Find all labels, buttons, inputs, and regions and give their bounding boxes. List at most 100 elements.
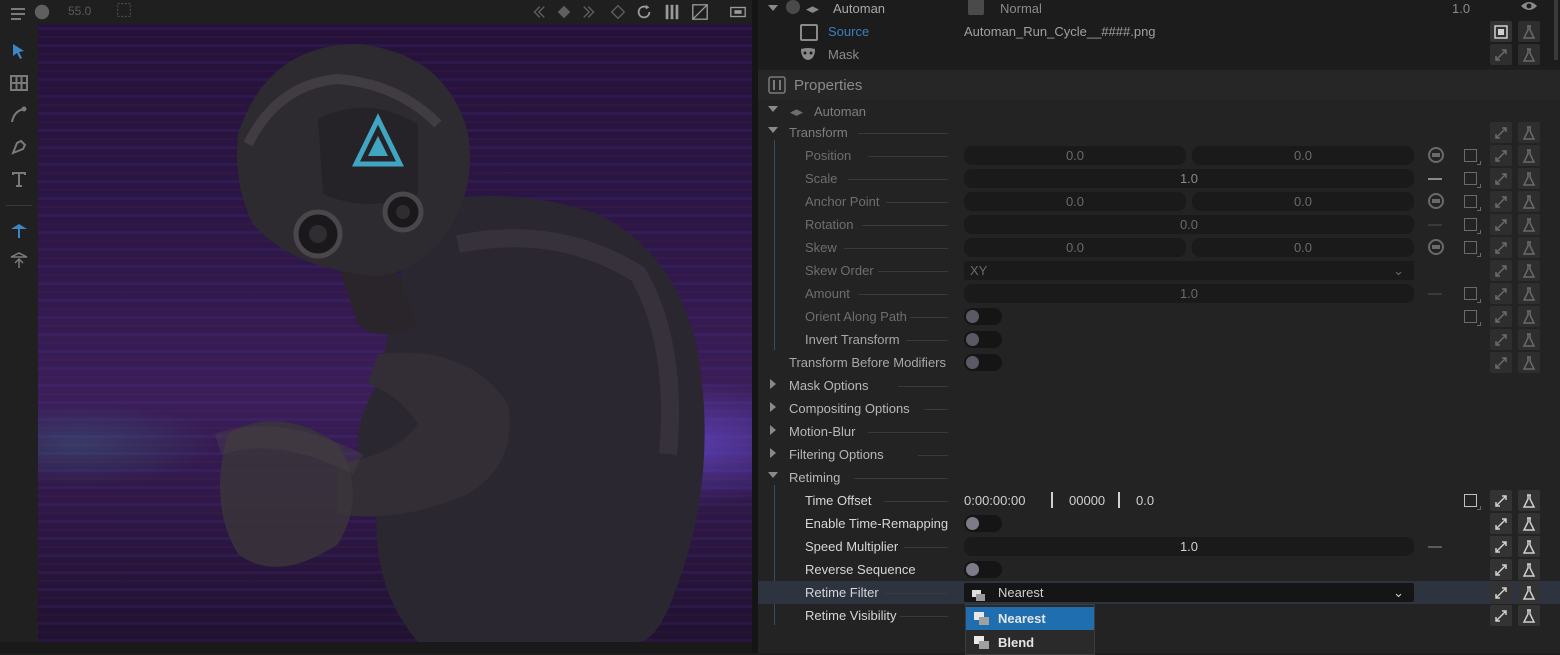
position-flask-button[interactable] xyxy=(1518,145,1540,166)
tbm-link-button[interactable] xyxy=(1490,352,1512,373)
layer-source-row[interactable]: Source Automan_Run_Cycle__####.png xyxy=(758,20,1560,43)
keyframe-add-icon[interactable] xyxy=(608,2,628,22)
expand-icon[interactable] xyxy=(770,425,776,435)
anchor-link-button[interactable] xyxy=(1490,191,1512,212)
layer-name[interactable]: Automan xyxy=(833,1,885,16)
amount-link-button[interactable] xyxy=(1490,283,1512,304)
position-keyframe-checkbox[interactable] xyxy=(1464,149,1481,165)
mask-options-label[interactable]: Mask Options xyxy=(789,378,868,393)
retime-visibility-flask-button[interactable] xyxy=(1518,605,1540,626)
scale-keyframe-checkbox[interactable] xyxy=(1464,172,1481,188)
position-link-button[interactable] xyxy=(1490,145,1512,166)
mask-options-section[interactable]: Mask Options xyxy=(758,374,1560,397)
mask-label[interactable]: Mask xyxy=(828,47,859,62)
time-offset-link-button[interactable] xyxy=(1490,490,1512,511)
scale-flask-button[interactable] xyxy=(1518,168,1540,189)
previous-keyframe-icon[interactable] xyxy=(528,2,548,22)
mask-flask-button[interactable] xyxy=(1518,44,1540,65)
retime-visibility-link-button[interactable] xyxy=(1490,605,1512,626)
property-layer-row[interactable]: ◂▸ Automan xyxy=(758,100,1560,123)
invert-transform-toggle[interactable] xyxy=(964,331,1002,348)
source-flask-button[interactable] xyxy=(1518,21,1540,42)
enable-time-remapping-toggle[interactable] xyxy=(964,515,1002,532)
transform-link-button[interactable] xyxy=(1490,122,1512,143)
orient-link-button[interactable] xyxy=(1490,306,1512,327)
retime-filter-link-button[interactable] xyxy=(1490,582,1512,603)
keyframe-icon[interactable] xyxy=(554,2,574,22)
transform-flask-button[interactable] xyxy=(1518,122,1540,143)
mask-link-button[interactable] xyxy=(1490,44,1512,65)
orient-flask-button[interactable] xyxy=(1518,306,1540,327)
invert-link-button[interactable] xyxy=(1490,329,1512,350)
time-offset-keyframe-checkbox[interactable] xyxy=(1464,494,1481,510)
orient-along-path-toggle[interactable] xyxy=(964,308,1002,325)
eye-icon[interactable] xyxy=(1520,0,1538,16)
skew-y-field[interactable]: 0.0 xyxy=(1192,238,1414,257)
text-tool-icon[interactable] xyxy=(8,168,30,190)
skew-order-link-button[interactable] xyxy=(1490,260,1512,281)
source-file[interactable]: Automan_Run_Cycle__####.png xyxy=(964,24,1156,39)
rotation-link-button[interactable] xyxy=(1490,214,1512,235)
layer-mask-row[interactable]: Mask xyxy=(758,43,1560,66)
pin-tool-icon[interactable] xyxy=(8,220,30,242)
transparency-grid-icon[interactable] xyxy=(690,2,710,22)
expand-arrow-icon[interactable] xyxy=(768,5,778,11)
compositing-options-label[interactable]: Compositing Options xyxy=(789,401,910,416)
expand-icon[interactable] xyxy=(770,448,776,458)
bezier-tool-icon[interactable] xyxy=(8,104,30,126)
constrain-link-icon[interactable] xyxy=(1426,146,1446,167)
speed-flask-button[interactable] xyxy=(1518,536,1540,557)
filtering-options-label[interactable]: Filtering Options xyxy=(789,447,884,462)
viewer-canvas[interactable] xyxy=(38,24,752,642)
motion-blur-section[interactable]: Motion-Blur xyxy=(758,420,1560,443)
time-offset-value[interactable]: 0.0 xyxy=(1136,493,1154,508)
scale-link-button[interactable] xyxy=(1490,168,1512,189)
rotation-field[interactable]: 0.0 xyxy=(964,215,1414,234)
channels-icon[interactable] xyxy=(662,2,682,22)
blend-mode-value[interactable]: Normal xyxy=(1000,1,1042,16)
grid-toggle-icon[interactable] xyxy=(114,0,134,20)
transform-section[interactable]: Transform xyxy=(758,121,1560,144)
zoom-readout[interactable]: 55.0 xyxy=(68,4,91,18)
retiming-collapse-icon[interactable] xyxy=(768,472,778,478)
position-y-field[interactable]: 0.0 xyxy=(1192,146,1414,165)
amount-field[interactable]: 1.0 xyxy=(964,284,1414,303)
anchor-keyframe-checkbox[interactable] xyxy=(1464,195,1481,211)
anchor-x-field[interactable]: 0.0 xyxy=(964,192,1186,211)
skew-link-button[interactable] xyxy=(1490,237,1512,258)
transform-collapse-icon[interactable] xyxy=(768,127,778,133)
position-x-field[interactable]: 0.0 xyxy=(964,146,1186,165)
skew-order-select[interactable]: XY ⌄ xyxy=(964,261,1414,280)
scale-field[interactable]: 1.0 xyxy=(964,169,1414,188)
retime-filter-select[interactable]: Nearest ⌄ xyxy=(964,583,1414,602)
source-edit-button[interactable] xyxy=(1490,21,1512,42)
retiming-label[interactable]: Retiming xyxy=(789,470,840,485)
anchor-constrain-icon[interactable] xyxy=(1426,192,1446,213)
anchor-y-field[interactable]: 0.0 xyxy=(1192,192,1414,211)
refresh-icon[interactable] xyxy=(634,2,654,22)
opacity-value[interactable]: 1.0 xyxy=(1452,1,1470,16)
motion-blur-label[interactable]: Motion-Blur xyxy=(789,424,855,439)
source-label[interactable]: Source xyxy=(828,24,869,39)
transform-before-modifiers-toggle[interactable] xyxy=(964,354,1002,371)
reverse-flask-button[interactable] xyxy=(1518,559,1540,580)
skew-flask-button[interactable] xyxy=(1518,237,1540,258)
reverse-sequence-toggle[interactable] xyxy=(964,561,1002,578)
time-offset-frames[interactable]: 00000 xyxy=(1069,493,1105,508)
speed-multiplier-field[interactable]: 1.0 xyxy=(964,537,1414,556)
rotation-keyframe-checkbox[interactable] xyxy=(1464,218,1481,234)
puppet-tool-icon[interactable] xyxy=(8,250,30,272)
grid-tool-icon[interactable] xyxy=(8,72,30,94)
camera-icon[interactable] xyxy=(32,2,52,22)
anchor-flask-button[interactable] xyxy=(1518,191,1540,212)
invert-flask-button[interactable] xyxy=(1518,329,1540,350)
time-offset-flask-button[interactable] xyxy=(1518,490,1540,511)
layer-collapse-icon[interactable] xyxy=(768,106,778,112)
expand-icon[interactable] xyxy=(770,402,776,412)
fit-view-icon[interactable] xyxy=(728,2,748,22)
time-offset-timecode[interactable]: 0:00:00:00 xyxy=(964,493,1025,508)
amount-flask-button[interactable] xyxy=(1518,283,1540,304)
layer-row-automan[interactable]: ◂▸ Automan Normal 1.0 xyxy=(758,0,1560,20)
skew-keyframe-checkbox[interactable] xyxy=(1464,241,1481,257)
compositing-options-section[interactable]: Compositing Options xyxy=(758,397,1560,420)
